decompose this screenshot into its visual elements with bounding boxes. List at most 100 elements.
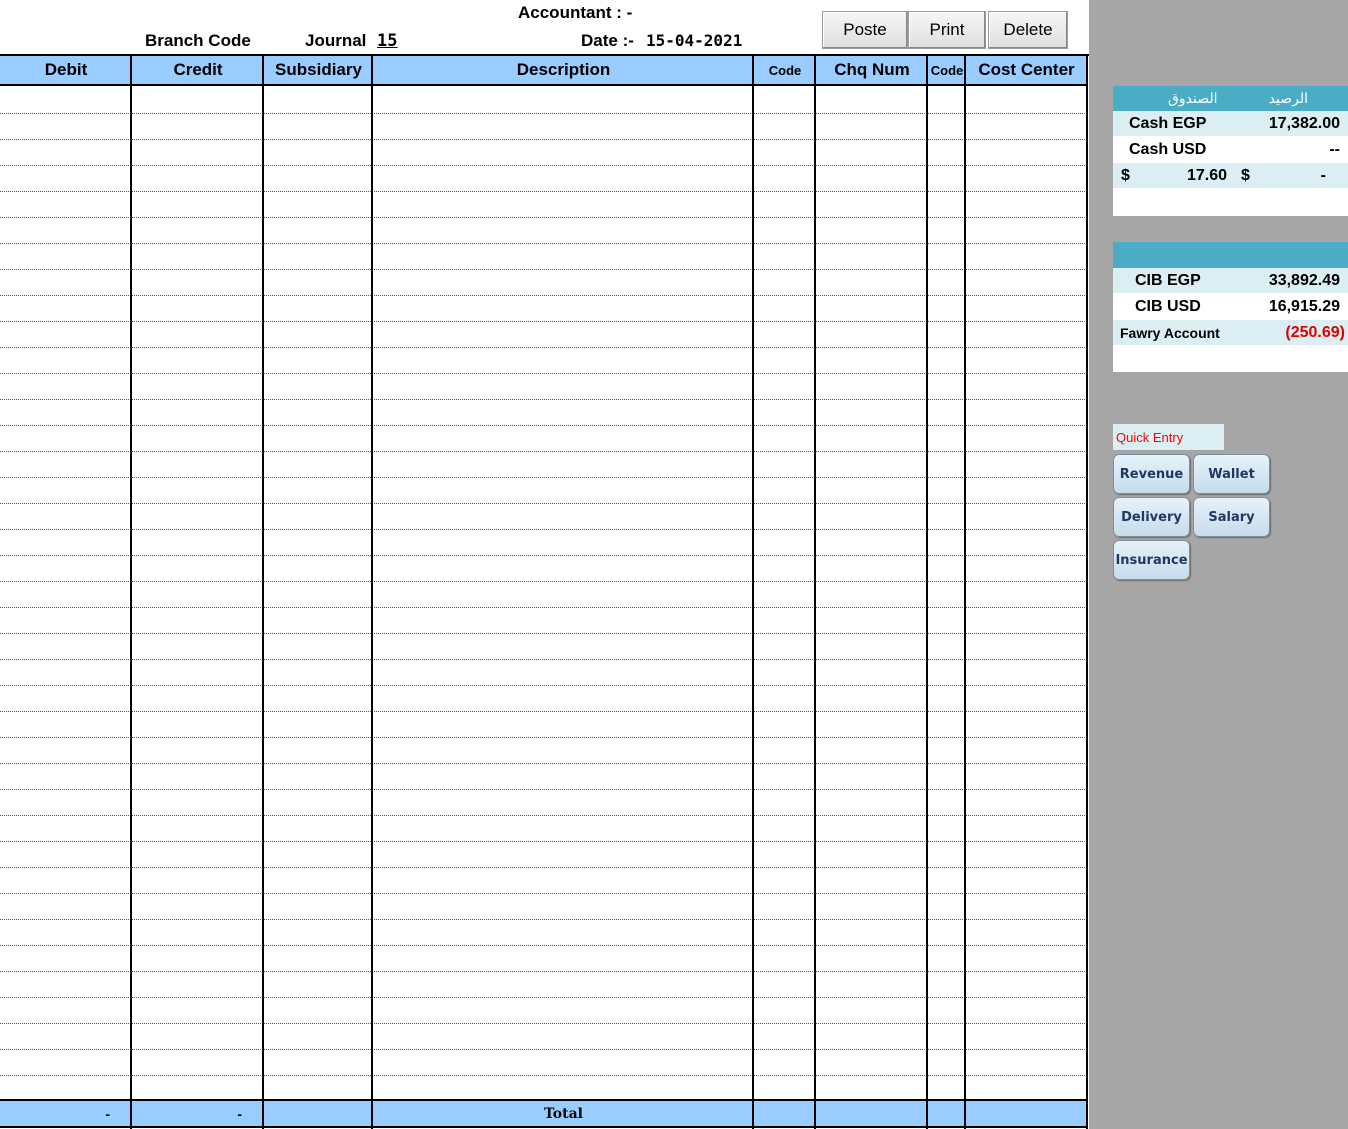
- table-row-line: [0, 1049, 1087, 1050]
- date-label: Date :-: [581, 31, 634, 50]
- cib-egp-row: CIB EGP 33,892.49: [1113, 268, 1348, 294]
- cash-egp-value: 17,382.00: [1268, 114, 1340, 132]
- table-row-line: [0, 919, 1087, 920]
- cash-usd-value: --: [1329, 140, 1340, 158]
- column-divider: [926, 56, 928, 1129]
- cash-box-header-left: الصندوق: [1168, 90, 1218, 106]
- table-row-line: [0, 425, 1087, 426]
- table-row-line: [0, 529, 1087, 530]
- cash-box-header-right: الرصيد: [1268, 90, 1308, 106]
- column-divider: [1086, 56, 1088, 1129]
- table-row-line: [0, 503, 1087, 504]
- fawry-label: Fawry Account: [1120, 324, 1220, 341]
- table-row-line: [0, 945, 1087, 946]
- table-row-line: [0, 139, 1087, 140]
- table-row-line: [0, 451, 1087, 452]
- footer-code-2: [928, 1099, 966, 1128]
- journal-number[interactable]: 15: [377, 31, 397, 51]
- table-row-line: [0, 555, 1087, 556]
- table-row-line: [0, 737, 1087, 738]
- cash-egp-label: Cash EGP: [1129, 114, 1207, 132]
- col-header-code: Code: [754, 56, 816, 86]
- table-row-line: [0, 789, 1087, 790]
- table-row-line: [0, 893, 1087, 894]
- table-row-line: [0, 295, 1087, 296]
- cash-egp-row: Cash EGP 17,382.00: [1113, 111, 1348, 137]
- salary-button[interactable]: Salary: [1193, 497, 1270, 537]
- journal-label: Journal: [305, 31, 367, 50]
- cib-usd-label: CIB USD: [1135, 297, 1201, 315]
- col-header-credit: Credit: [132, 56, 264, 86]
- col-header-chq-num: Chq Num: [816, 56, 928, 86]
- fawry-value: (250.69): [1285, 323, 1345, 341]
- col-header-description: Description: [373, 56, 754, 86]
- bank-box-card: CIB EGP 33,892.49 CIB USD 16,915.29 Fawr…: [1113, 242, 1348, 372]
- table-row-line: [0, 113, 1087, 114]
- table-row-line: [0, 191, 1087, 192]
- table-row-line: [0, 269, 1087, 270]
- cib-egp-value: 33,892.49: [1268, 271, 1340, 289]
- cib-egp-label: CIB EGP: [1135, 271, 1201, 289]
- table-row-line: [0, 477, 1087, 478]
- column-divider: [814, 56, 816, 1129]
- table-row-line: [0, 841, 1087, 842]
- table-row-line: [0, 867, 1087, 868]
- footer-chq-num: [816, 1099, 928, 1128]
- footer-subsidiary: [264, 1099, 373, 1128]
- rate-value-1: 17.60: [1186, 166, 1227, 184]
- rate-symbol-2: $: [1241, 166, 1250, 184]
- cib-usd-row: CIB USD 16,915.29: [1113, 294, 1348, 320]
- table-row-line: [0, 1075, 1087, 1076]
- table-row-line: [0, 399, 1087, 400]
- footer-total-label: Total: [373, 1099, 754, 1128]
- col-header-code-2: Code: [928, 56, 966, 86]
- col-header-subsidiary: Subsidiary: [264, 56, 373, 86]
- journal-grid: Debit Credit Subsidiary Description Code Chq …: [0, 54, 1089, 1129]
- exchange-rate-row: $ 17.60 $ -: [1113, 163, 1348, 189]
- table-row-line: [0, 607, 1087, 608]
- wallet-button[interactable]: Wallet: [1193, 454, 1270, 494]
- cash-box-header: الصندوق الرصيد: [1113, 86, 1348, 111]
- table-row-line: [0, 243, 1087, 244]
- print-button[interactable]: Print: [908, 11, 986, 49]
- table-row-line: [0, 633, 1087, 634]
- table-row-line: [0, 321, 1087, 322]
- cib-usd-value: 16,915.29: [1268, 297, 1340, 315]
- table-row-line: [0, 711, 1087, 712]
- cash-usd-row: Cash USD --: [1113, 137, 1348, 163]
- footer-cost-center: [966, 1099, 1087, 1128]
- col-header-debit: Debit: [0, 56, 132, 86]
- table-row-line: [0, 165, 1087, 166]
- column-divider: [964, 56, 966, 1129]
- date-value[interactable]: 15-04-2021: [646, 31, 742, 50]
- table-row-line: [0, 997, 1087, 998]
- column-divider: [752, 56, 754, 1129]
- footer-credit-total: -: [132, 1099, 264, 1128]
- accountant-label: Accountant : -: [518, 3, 633, 22]
- cash-usd-label: Cash USD: [1129, 140, 1207, 158]
- column-divider: [130, 56, 132, 1129]
- delete-button[interactable]: Delete: [988, 11, 1068, 49]
- fawry-row: Fawry Account (250.69): [1113, 320, 1348, 346]
- insurance-button[interactable]: Insurance: [1113, 540, 1190, 580]
- rate-symbol-1: $: [1121, 166, 1130, 184]
- table-row-line: [0, 347, 1087, 348]
- revenue-button[interactable]: Revenue: [1113, 454, 1190, 494]
- table-row-line: [0, 685, 1087, 686]
- rate-value-2: -: [1320, 166, 1326, 184]
- quick-entry-label: Quick Entry: [1113, 424, 1224, 450]
- table-row-line: [0, 1023, 1087, 1024]
- table-row-line: [0, 971, 1087, 972]
- poste-button[interactable]: Poste: [822, 11, 908, 49]
- bank-box-header: [1113, 242, 1348, 268]
- footer-code: [754, 1099, 816, 1128]
- footer-debit-total: -: [0, 1099, 132, 1128]
- column-divider: [262, 56, 264, 1129]
- table-row-line: [0, 217, 1087, 218]
- table-row-line: [0, 373, 1087, 374]
- delivery-button[interactable]: Delivery: [1113, 497, 1190, 537]
- column-divider: [371, 56, 373, 1129]
- table-row-line: [0, 659, 1087, 660]
- table-row-line: [0, 581, 1087, 582]
- cash-box-card: الصندوق الرصيد Cash EGP 17,382.00 Cash U…: [1113, 86, 1348, 216]
